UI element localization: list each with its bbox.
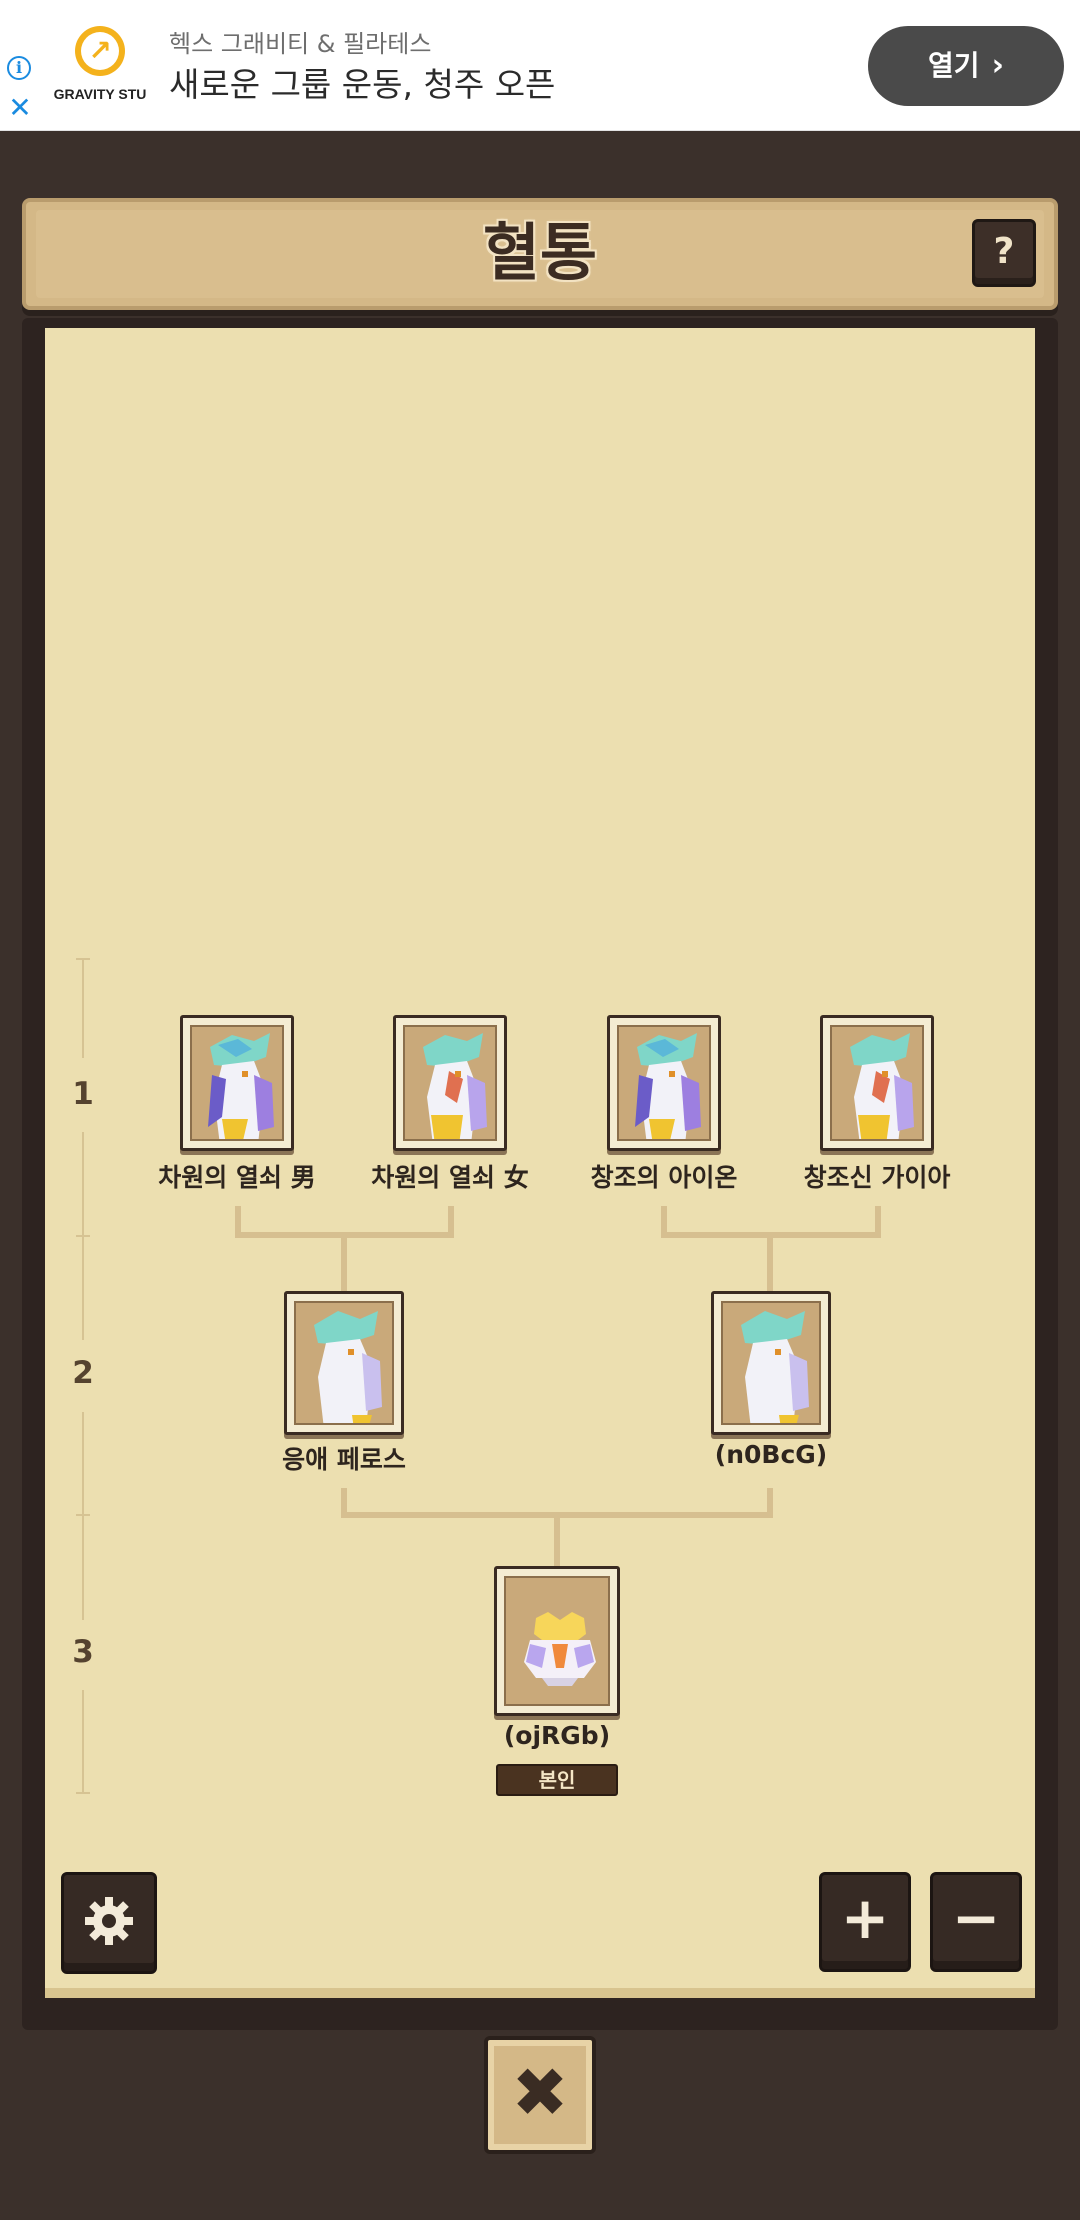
- dragon-portrait-icon: [617, 1025, 711, 1141]
- ruler-tick: [76, 1792, 90, 1794]
- parent-name: 응애 페로스: [282, 1445, 406, 1474]
- zoom-in-button[interactable]: +: [819, 1872, 911, 1972]
- parent-name: (n0BcG): [714, 1440, 828, 1469]
- ancestor-card[interactable]: [607, 1015, 721, 1151]
- brand-logo-icon: ↗: [75, 26, 125, 76]
- ruler-tick: [76, 1514, 90, 1516]
- info-icon[interactable]: i: [7, 56, 31, 80]
- ancestor-card[interactable]: [180, 1015, 294, 1151]
- ancestor-name: 창조의 아이온: [590, 1163, 738, 1192]
- dragon-portrait-icon: [190, 1025, 284, 1141]
- plus-icon: +: [840, 1884, 890, 1952]
- dragon-portrait-icon: [721, 1301, 821, 1425]
- minus-icon: −: [951, 1884, 1001, 1952]
- dragon-portrait-icon: [403, 1025, 497, 1141]
- generation-label-1: 1: [72, 1076, 94, 1112]
- dragon-portrait-icon: [294, 1301, 394, 1425]
- ruler-segment: [82, 1690, 84, 1794]
- ancestor-name: 차원의 열쇠 女: [371, 1163, 529, 1192]
- ad-subtitle: 헥스 그래비티 & 필라테스: [169, 30, 432, 58]
- zoom-out-button[interactable]: −: [930, 1872, 1022, 1972]
- close-button[interactable]: ✖: [484, 2036, 596, 2154]
- ruler-tick: [76, 958, 90, 960]
- ruler-segment: [82, 958, 84, 1058]
- ancestor-name: 창조신 가이아: [803, 1163, 951, 1192]
- generation-label-3: 3: [72, 1634, 94, 1670]
- generation-label-2: 2: [72, 1355, 94, 1391]
- parent-card[interactable]: [711, 1291, 831, 1435]
- ad-banner[interactable]: i ✕ ↗ GRAVITY STU 헥스 그래비티 & 필라테스 새로운 그룹 …: [0, 0, 1080, 131]
- ruler-tick: [76, 1235, 90, 1237]
- chevron-right-icon: ›: [991, 48, 1004, 83]
- ancestor-name: 차원의 열쇠 男: [158, 1163, 316, 1192]
- ad-open-button[interactable]: 열기 ›: [868, 26, 1064, 106]
- egg-icon: [504, 1576, 610, 1706]
- connector: [554, 1512, 560, 1568]
- connector: [767, 1232, 773, 1292]
- title-plate: 혈통: [22, 198, 1058, 310]
- ancestor-card[interactable]: [820, 1015, 934, 1151]
- parent-card[interactable]: [284, 1291, 404, 1435]
- ad-headline: 새로운 그룹 운동, 청주 오픈: [169, 65, 556, 104]
- self-badge: 본인: [496, 1764, 618, 1796]
- connector: [341, 1232, 347, 1292]
- dragon-portrait-icon: [830, 1025, 924, 1141]
- help-button[interactable]: ?: [972, 219, 1036, 287]
- ad-open-label: 열기: [928, 49, 980, 82]
- self-card[interactable]: [494, 1566, 620, 1716]
- page-title: 혈통: [482, 216, 598, 289]
- close-icon: ✖: [511, 2054, 569, 2133]
- panel-edge: [45, 1988, 1035, 1998]
- close-icon[interactable]: ✕: [7, 94, 33, 122]
- ancestor-card[interactable]: [393, 1015, 507, 1151]
- ad-brand-name: GRAVITY STU: [53, 86, 147, 102]
- settings-button[interactable]: [61, 1872, 157, 1974]
- gear-icon: [64, 1875, 154, 1972]
- self-name: (ojRGb): [503, 1721, 611, 1750]
- ruler-segment: [82, 1412, 84, 1620]
